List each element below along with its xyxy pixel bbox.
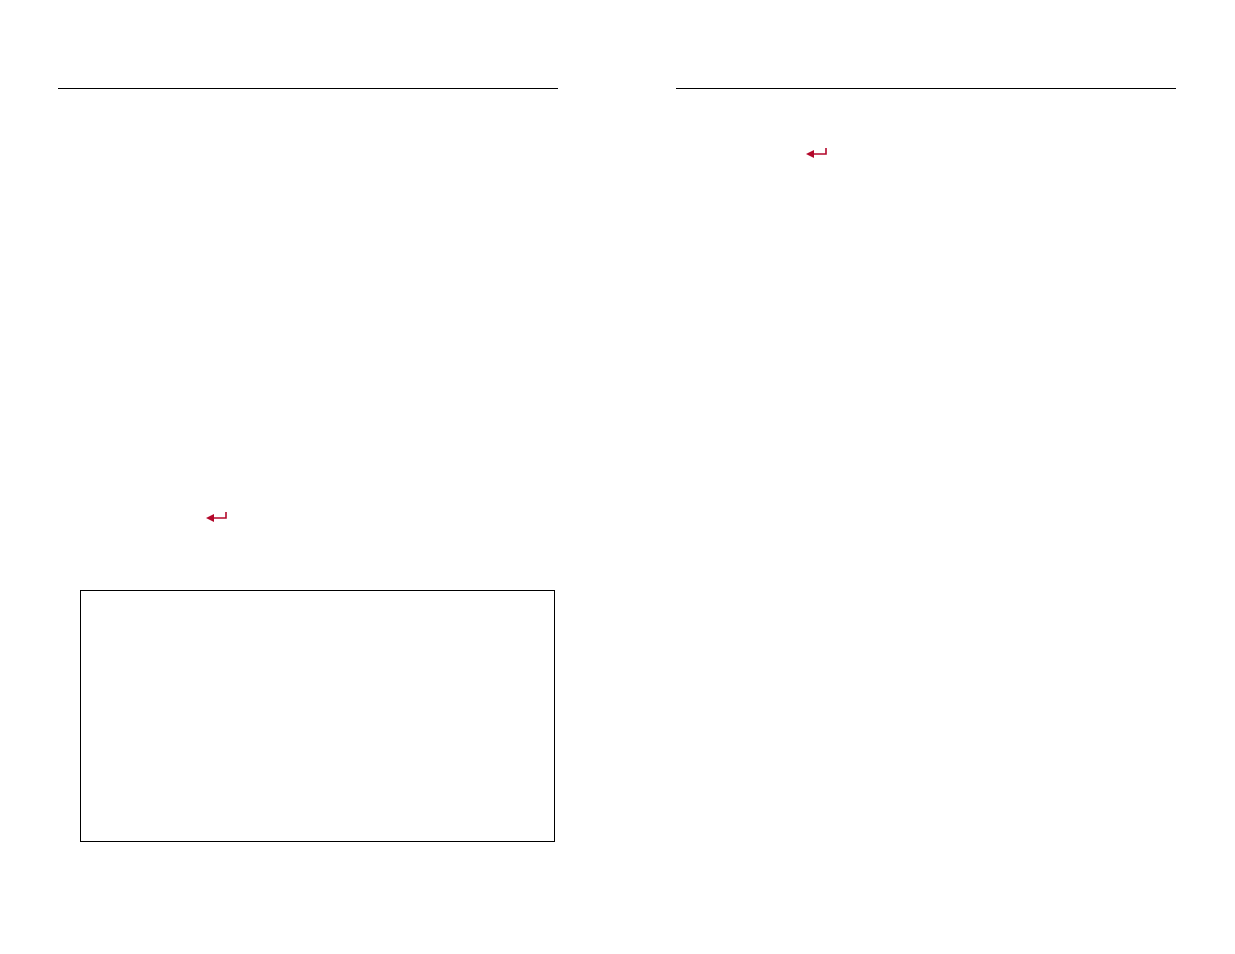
- right-column: [676, 88, 1176, 113]
- enter-key-icon: [206, 512, 228, 524]
- left-column: [58, 88, 558, 113]
- left-horizontal-rule: [58, 88, 558, 89]
- enter-key-icon: [806, 148, 828, 160]
- bordered-box: [80, 590, 555, 842]
- right-horizontal-rule: [676, 88, 1176, 89]
- page: [0, 0, 1235, 954]
